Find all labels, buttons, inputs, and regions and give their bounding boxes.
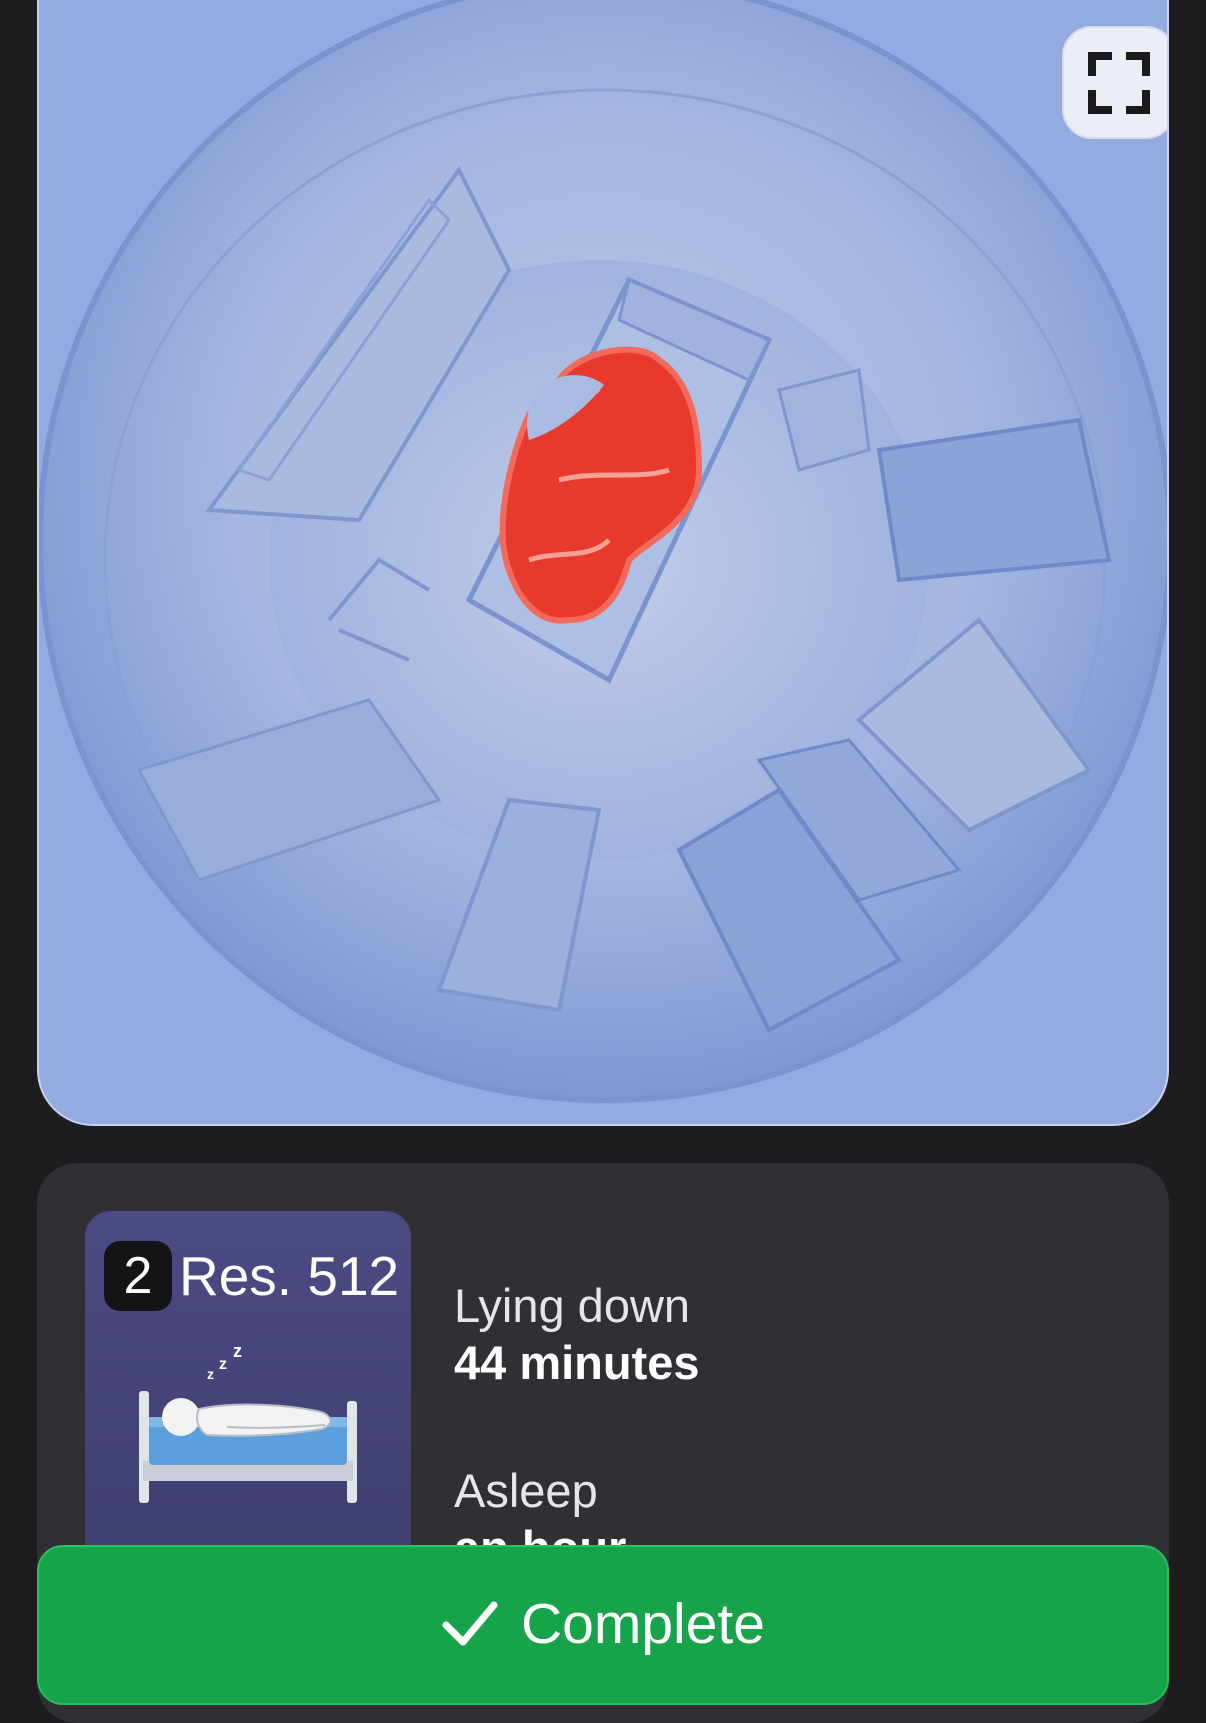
lying-down-stat: Lying down 44 minutes xyxy=(454,1278,700,1392)
stat-value: 44 minutes xyxy=(454,1336,700,1389)
complete-button-label: Complete xyxy=(521,1592,765,1656)
room-number-badge: 2 xyxy=(104,1241,172,1311)
complete-button[interactable]: Complete xyxy=(37,1545,1169,1705)
fullscreen-icon xyxy=(1088,51,1150,114)
svg-text:z: z xyxy=(233,1341,242,1361)
stat-label: Asleep xyxy=(454,1464,598,1517)
room-tile[interactable]: 2 Res. 512 z z z xyxy=(85,1211,411,1571)
svg-text:z: z xyxy=(219,1356,227,1373)
svg-text:z: z xyxy=(207,1366,214,1382)
room-depth-image xyxy=(39,0,1167,1124)
stat-label: Lying down xyxy=(454,1279,691,1332)
camera-view xyxy=(37,0,1169,1126)
fullscreen-button[interactable] xyxy=(1062,26,1167,139)
room-label: Res. 512 xyxy=(179,1245,400,1307)
sleeping-in-bed-icon: z z z xyxy=(139,1341,357,1503)
checkmark-icon xyxy=(442,1601,498,1646)
